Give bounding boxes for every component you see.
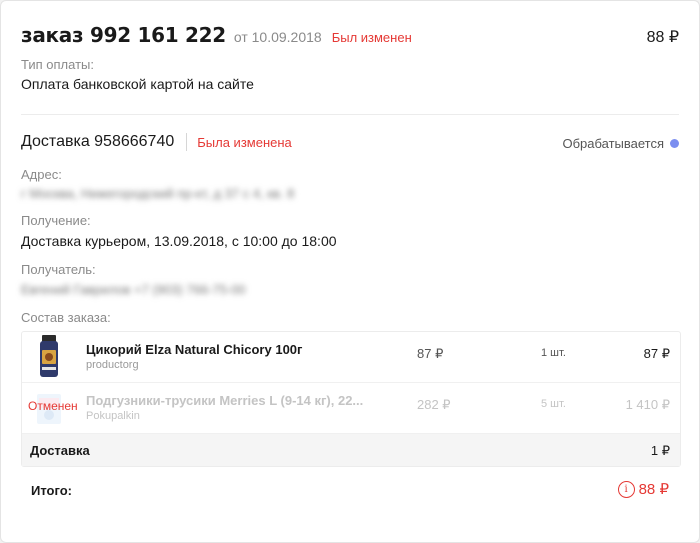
order-number: заказ 992 161 222 [21, 23, 226, 47]
item-quantity: 1 шт. [541, 347, 566, 359]
total-value: 88 ₽ [638, 481, 669, 498]
order-date: от 10.09.2018 [233, 29, 322, 45]
cancelled-tag: Отменен [28, 399, 78, 413]
item-sum: 87 ₽ [643, 346, 670, 361]
delivery-cost-label: Доставка [30, 443, 90, 458]
composition-label: Состав заказа: [21, 310, 111, 325]
order-card: заказ 992 161 222 от 10.09.2018 Был изме… [0, 0, 700, 543]
payment-type-value: Оплата банковской картой на сайте [21, 76, 254, 92]
recipient-label: Получатель: [21, 262, 96, 277]
delivery-cost-row: Доставка 1 ₽ [22, 434, 680, 466]
address-value: г Москва, Нижегородский пр-кт, д 37 с 4,… [21, 186, 295, 201]
section-divider [21, 114, 679, 115]
order-total: 88 ₽ [646, 29, 679, 46]
payment-type-label: Тип оплаты: [21, 57, 94, 72]
address-label: Адрес: [21, 167, 62, 182]
vertical-divider [186, 133, 188, 151]
status-dot-icon [670, 139, 679, 148]
list-item: Цикорий Elza Natural Chicory 100г produc… [22, 332, 680, 383]
item-name[interactable]: Цикорий Elza Natural Chicory 100г [86, 342, 302, 357]
receive-label: Получение: [21, 213, 91, 228]
delivery-status: Обрабатывается [562, 136, 679, 151]
total-block: i 88 ₽ [617, 480, 669, 498]
item-seller[interactable]: Pokupalkin [86, 410, 140, 422]
item-quantity: 5 шт. [541, 398, 566, 410]
delivery-status-text: Обрабатывается [562, 136, 664, 151]
info-icon[interactable]: i [617, 480, 635, 498]
delivery-header: Доставка 958666740 Была изменена [21, 133, 292, 151]
item-sum: 1 410 ₽ [625, 397, 670, 412]
delivery-title: Доставка 958666740 [21, 133, 175, 150]
item-price: 87 ₽ [417, 346, 444, 361]
delivery-changed-badge: Была изменена [197, 134, 292, 150]
list-item: Отменен Подгузники-трусики Merries L (9-… [22, 383, 680, 434]
item-seller[interactable]: productorg [86, 359, 139, 371]
item-name[interactable]: Подгузники-трусики Merries L (9-14 кг), … [86, 393, 363, 408]
order-items-table: Цикорий Elza Natural Chicory 100г produc… [21, 331, 681, 467]
recipient-value: Евгений Гаврилов +7 (903) 766-75-00 [21, 282, 246, 297]
item-price: 282 ₽ [417, 397, 451, 412]
order-changed-badge: Был изменен [331, 30, 412, 45]
receive-value: Доставка курьером, 13.09.2018, с 10:00 д… [21, 233, 337, 249]
order-header: заказ 992 161 222 от 10.09.2018 Был изме… [21, 23, 412, 47]
total-label: Итого: [31, 483, 72, 498]
delivery-cost-value: 1 ₽ [650, 443, 670, 458]
product-image[interactable] [36, 335, 62, 379]
